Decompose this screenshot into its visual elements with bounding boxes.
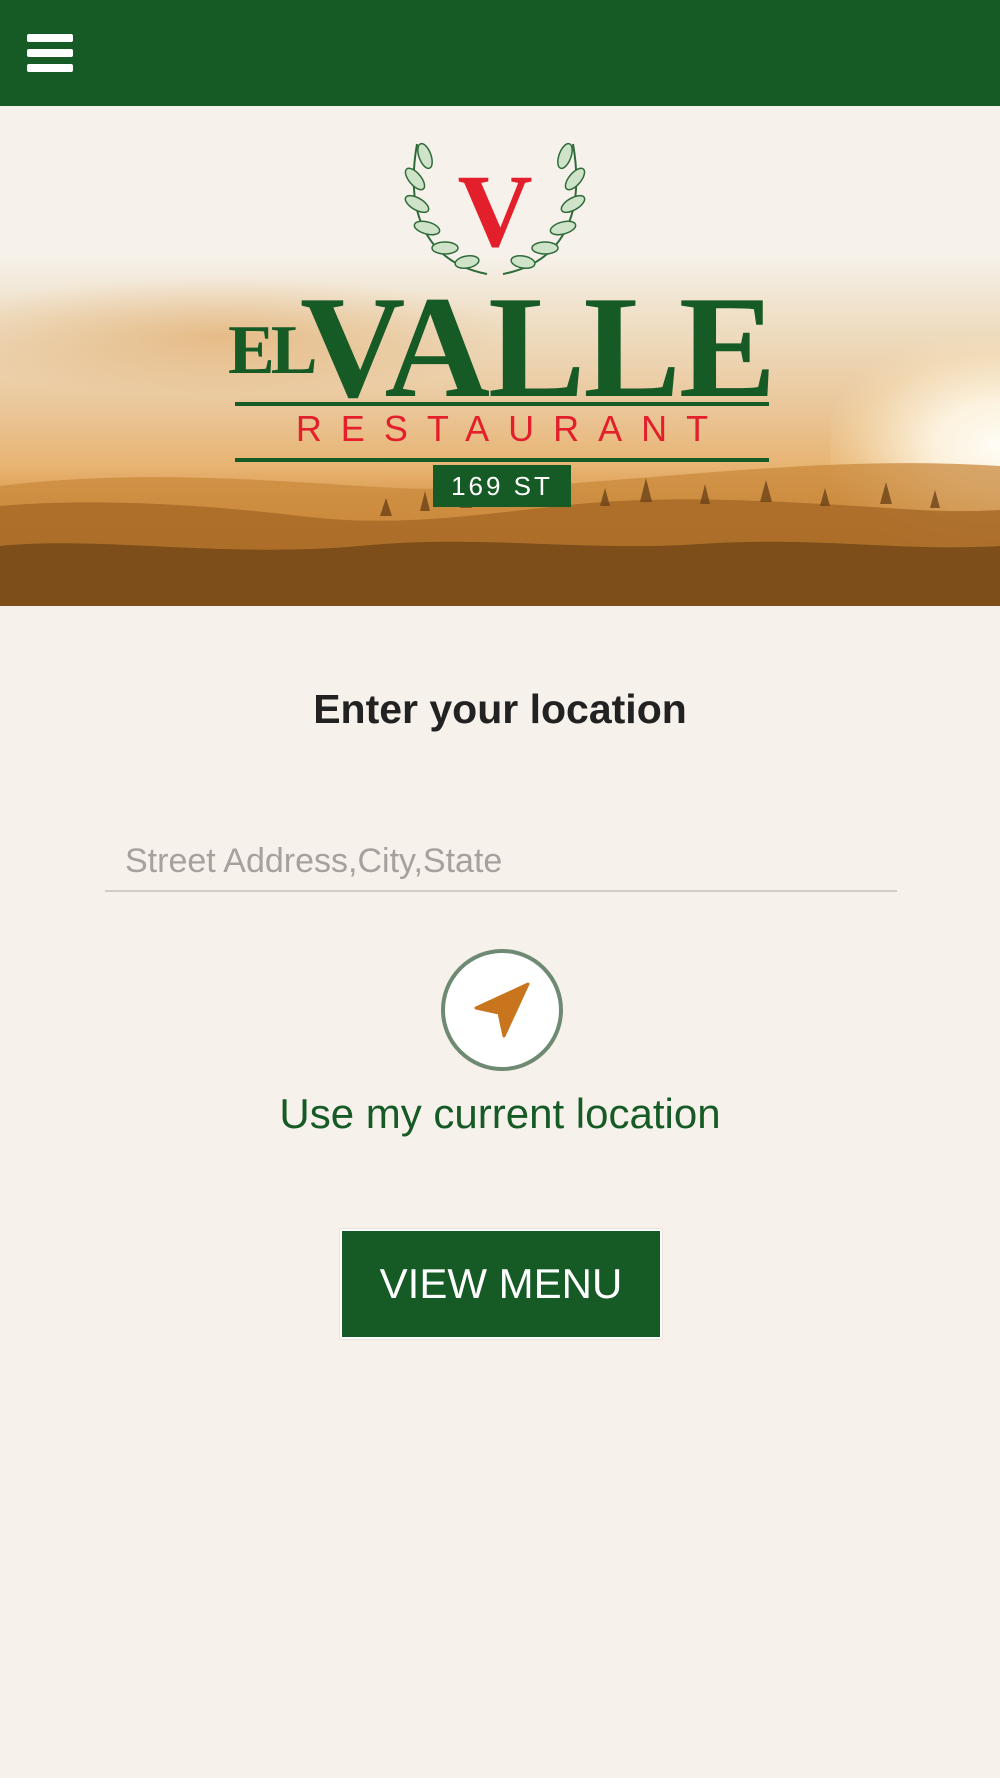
top-app-bar — [0, 0, 1000, 106]
logo-restaurant-text: RESTAURANT — [295, 408, 728, 449]
logo-valle-text: VALLE — [300, 266, 776, 428]
logo-bottom-rule — [235, 458, 769, 462]
current-location-button[interactable] — [441, 949, 563, 1071]
logo-street-badge: 169 ST — [433, 465, 571, 507]
hero-banner: V EL VALLE RESTAURANT 169 ST — [0, 106, 1000, 606]
logo-top-rule — [235, 402, 769, 406]
restaurant-logo: V EL VALLE RESTAURANT 169 ST — [0, 106, 1000, 606]
logo-emblem-letter: V — [457, 154, 532, 269]
laurel-wreath-icon: V — [404, 142, 586, 275]
hamburger-menu-icon[interactable] — [20, 26, 82, 80]
location-heading: Enter your location — [313, 686, 687, 732]
view-menu-button[interactable]: VIEW MENU — [340, 1229, 662, 1339]
navigation-arrow-icon — [474, 982, 530, 1038]
address-input[interactable] — [105, 832, 897, 892]
current-location-link[interactable]: Use my current location — [0, 1090, 1000, 1138]
